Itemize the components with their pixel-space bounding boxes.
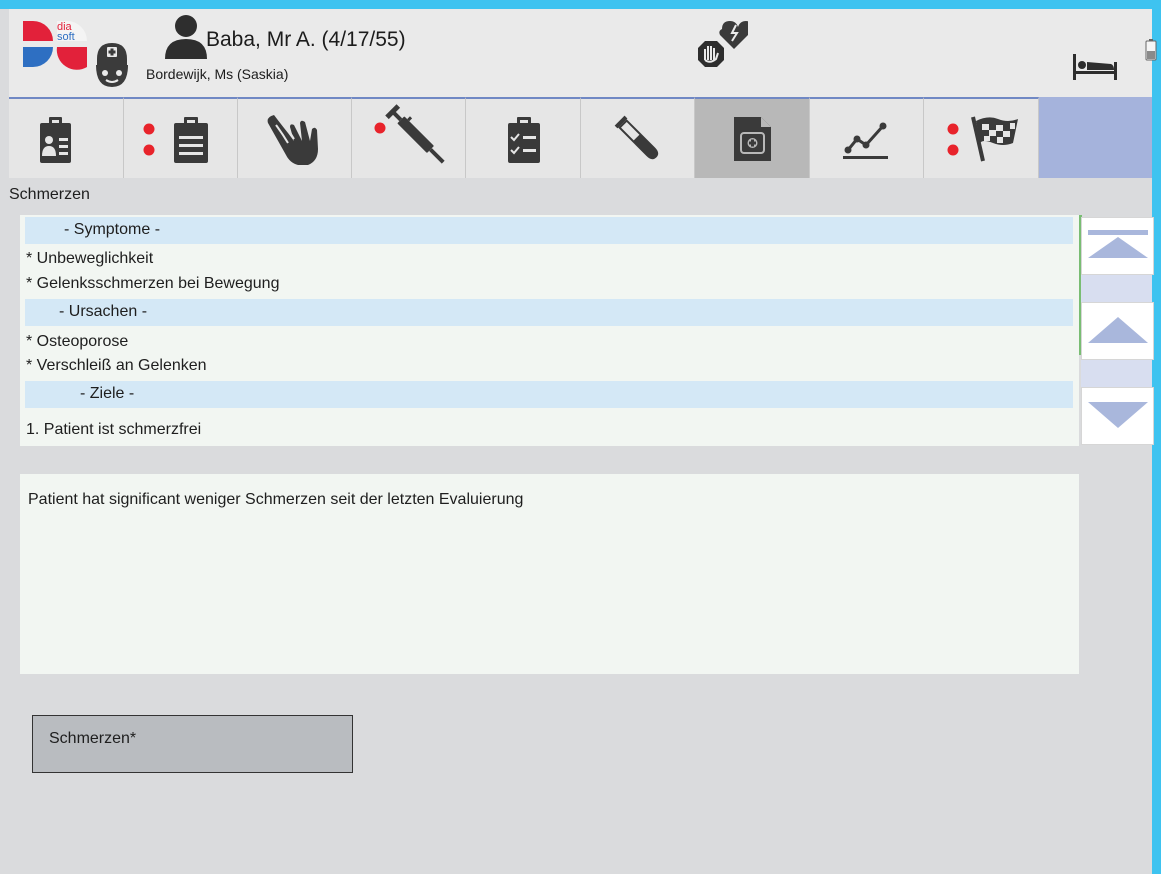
- battery-icon: [1145, 39, 1157, 61]
- causes-header: - Ursachen -: [25, 299, 1073, 326]
- line-chart-icon: [843, 122, 888, 159]
- list-item: * Osteoporose: [26, 333, 129, 350]
- clipboard-lines-icon: [143, 117, 208, 163]
- nurse-name: Bordewijk, Ms (Saskia): [146, 66, 289, 82]
- scroll-down-button[interactable]: [1081, 387, 1154, 445]
- bed-icon: [1073, 54, 1117, 80]
- scrollbar-track[interactable]: [1081, 360, 1152, 387]
- tab-notes[interactable]: [124, 97, 238, 178]
- allergy-alert-icon[interactable]: [692, 19, 751, 75]
- care-plan-list[interactable]: - Symptome - * Unbeweglichkeit * Gelenks…: [20, 215, 1079, 446]
- tab-medication[interactable]: [352, 97, 466, 178]
- logo-text-soft: soft: [57, 31, 75, 43]
- list-item: * Unbeweglichkeit: [26, 250, 154, 267]
- tab-vitals-chart[interactable]: [810, 97, 924, 178]
- scroll-down-icon: [1088, 402, 1148, 428]
- patient-icon: [163, 13, 209, 59]
- list-item: * Verschleiß an Gelenken: [26, 357, 207, 374]
- schmerzen-button[interactable]: Schmerzen*: [32, 715, 353, 773]
- section-title: Schmerzen: [9, 186, 90, 203]
- tab-lab[interactable]: [581, 97, 695, 178]
- goals-header: - Ziele -: [25, 381, 1073, 408]
- alert-dot: [143, 123, 155, 135]
- list-item: 1. Patient ist schmerzfrei: [26, 421, 202, 438]
- symptoms-header: - Symptome -: [25, 217, 1073, 244]
- alert-dot: [947, 123, 959, 135]
- patient-name: Baba, Mr A. (4/17/55): [206, 28, 406, 51]
- clipboard-person-icon: [40, 117, 71, 163]
- scroll-up-icon: [1088, 317, 1148, 343]
- alert-dot: [143, 144, 155, 156]
- tab-checklist[interactable]: [466, 97, 581, 178]
- diasoft-logo: dia soft: [23, 15, 87, 75]
- tab-wound-care[interactable]: [238, 97, 352, 178]
- scrollbar-track[interactable]: [1081, 275, 1152, 302]
- test-tube-icon: [614, 115, 659, 160]
- window-frame-top: [0, 0, 1161, 9]
- symptoms-header-label: - Symptome -: [64, 221, 161, 238]
- scroll-to-top-button[interactable]: [1081, 217, 1154, 275]
- syringe-icon: [374, 104, 445, 164]
- alert-dot: [374, 122, 386, 134]
- causes-header-label: - Ursachen -: [59, 303, 148, 320]
- clipboard-checklist-icon: [508, 117, 540, 163]
- scroll-up-button[interactable]: [1081, 302, 1154, 360]
- alert-dot: [947, 144, 959, 156]
- tab-patient-card[interactable]: [9, 97, 124, 178]
- scroll-to-top-icon: [1088, 230, 1148, 258]
- medical-file-icon: [734, 117, 771, 161]
- goals-header-label: - Ziele -: [80, 385, 135, 402]
- tab-care-plan[interactable]: [695, 97, 810, 178]
- tab-goals[interactable]: [924, 97, 1039, 178]
- hand-icon: [267, 115, 318, 165]
- list-item: * Gelenksschmerzen bei Bewegung: [26, 275, 280, 292]
- patient-header: dia soft Baba, Mr A. (4/17/55) Bordewijk…: [9, 9, 1157, 97]
- main-toolbar: [9, 97, 1152, 178]
- nurse-icon: [91, 39, 133, 89]
- evaluation-text[interactable]: Patient hat significant weniger Schmerze…: [20, 474, 1079, 674]
- checkered-flag-icon: [947, 116, 1018, 162]
